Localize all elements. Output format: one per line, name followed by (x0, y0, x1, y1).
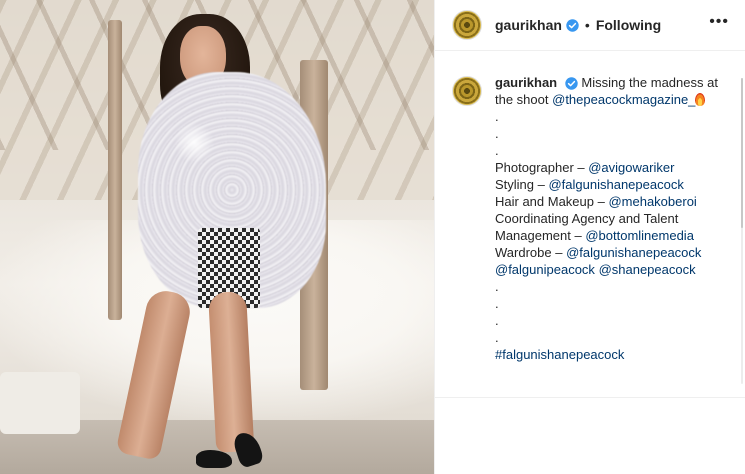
mention-link-falgunipeacock[interactable]: @falgunipeacock (495, 262, 595, 277)
post-caption: gaurikhan Missing the madness at the sho… (435, 51, 745, 397)
caption-dot-line: . (495, 296, 499, 311)
following-button[interactable]: Following (596, 17, 661, 33)
photo-pillar (108, 20, 122, 320)
photo-sofa (0, 372, 80, 434)
header-separator: • (584, 17, 590, 33)
mention-link-agency[interactable]: @bottomlinemedia (585, 228, 694, 243)
post-photo[interactable] (0, 0, 434, 474)
credit-label: Hair and Makeup – (495, 194, 609, 209)
caption-dot-line: . (495, 126, 499, 141)
mention-link-photographer[interactable]: @avigowariker (588, 160, 674, 175)
credit-styling: Styling – @falgunishanepeacock (495, 176, 733, 193)
mention-link-styling[interactable]: @falgunishanepeacock (548, 177, 683, 192)
header-username[interactable]: gaurikhan (495, 17, 562, 33)
caption-avatar[interactable] (452, 76, 482, 106)
hashtag-link[interactable]: #falgunishanepeacock (495, 347, 624, 362)
model-shoe-left (196, 450, 232, 468)
mention-link-hair[interactable]: @mehakoberoi (608, 194, 696, 209)
mention-link-shanepeacock[interactable]: @shanepeacock (599, 262, 696, 277)
credit-label: Wardrobe – (495, 245, 567, 260)
fire-emoji-icon (695, 93, 706, 106)
credit-wardrobe-extra: @falgunipeacock @shanepeacock (495, 261, 733, 278)
caption-body: gaurikhan Missing the madness at the sho… (495, 74, 733, 397)
credit-label: Management – (495, 228, 586, 243)
credit-wardrobe: Wardrobe – @falgunishanepeacock (495, 244, 733, 261)
credit-label: Styling – (495, 177, 549, 192)
post-side-panel: gaurikhan • Following ••• gaurikhan Miss… (434, 0, 745, 474)
caption-dot-line: . (495, 279, 499, 294)
credit-photographer: Photographer – @avigowariker (495, 159, 733, 176)
instagram-post: gaurikhan • Following ••• gaurikhan Miss… (0, 0, 745, 474)
caption-dot-line: . (495, 143, 499, 158)
caption-dot-line: . (495, 109, 499, 124)
verified-badge-icon (566, 18, 579, 32)
caption-username[interactable]: gaurikhan (495, 75, 557, 90)
post-header: gaurikhan • Following ••• (435, 0, 745, 51)
credit-agency: Management – @bottomlinemedia (495, 227, 733, 244)
credit-hair-makeup: Hair and Makeup – @mehakoberoi (495, 193, 733, 210)
caption-scrollbar-thumb[interactable] (741, 78, 743, 228)
caption-dot-line: . (495, 330, 499, 345)
credit-agency-label: Coordinating Agency and Talent (495, 211, 679, 226)
mention-link-magazine[interactable]: @thepeacockmagazine_ (552, 92, 695, 107)
credit-label: Photographer – (495, 160, 589, 175)
panel-divider (435, 397, 745, 398)
caption-dot-line: . (495, 313, 499, 328)
more-options-icon[interactable]: ••• (707, 13, 731, 37)
avatar[interactable] (452, 10, 482, 40)
verified-badge-icon (565, 77, 578, 90)
mention-link-wardrobe[interactable]: @falgunishanepeacock (566, 245, 701, 260)
